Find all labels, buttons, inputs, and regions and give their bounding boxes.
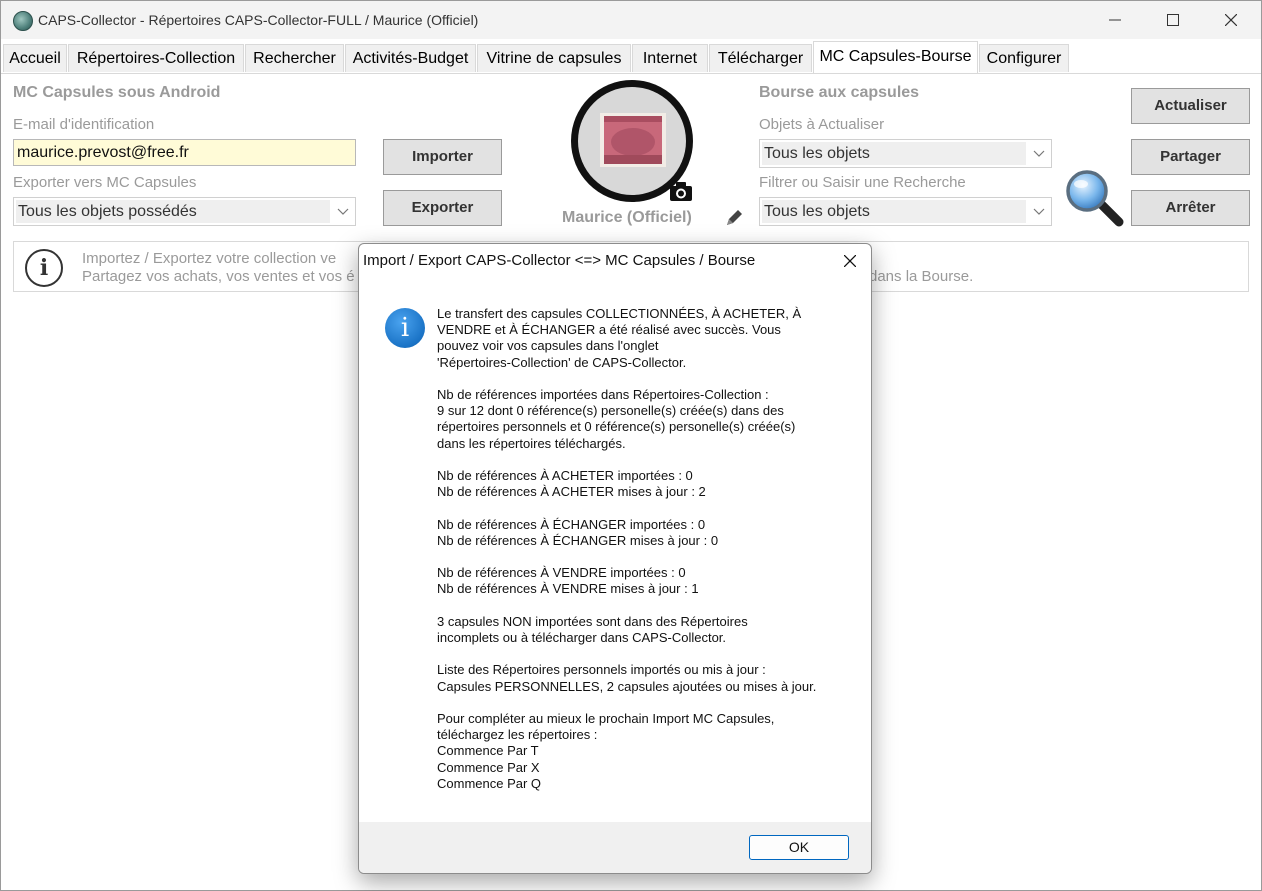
- dialog-paragraph: Liste des Répertoires personnels importé…: [437, 662, 817, 694]
- title-bar: CAPS-Collector - Répertoires CAPS-Collec…: [1, 1, 1261, 39]
- dialog-footer: OK: [359, 822, 871, 873]
- dialog-paragraph: Le transfert des capsules COLLECTIONNÉES…: [437, 306, 802, 370]
- user-name: Maurice (Officiel): [562, 209, 692, 226]
- chevron-down-icon: [1033, 208, 1045, 215]
- share-button[interactable]: Partager: [1131, 139, 1250, 175]
- dialog-paragraph: Nb de références importées dans Répertoi…: [437, 387, 796, 451]
- tab-configurer[interactable]: Configurer: [979, 44, 1069, 72]
- dialog-paragraph: Nb de références À ÉCHANGER importées : …: [437, 516, 719, 548]
- camera-icon[interactable]: [669, 180, 693, 202]
- filter-select[interactable]: Tous les objets: [759, 197, 1052, 226]
- info-text-line-2-tail: dans la Bourse.: [869, 268, 974, 285]
- close-button[interactable]: [1202, 1, 1260, 39]
- dialog-paragraph: Nb de références À VENDRE importées : 0 …: [437, 565, 699, 597]
- chevron-down-icon: [1033, 150, 1045, 157]
- dialog-message: Le transfert des capsules COLLECTIONNÉES…: [437, 306, 857, 792]
- dialog-paragraph: Pour compléter au mieux le prochain Impo…: [437, 710, 775, 791]
- magnifier-icon[interactable]: [1063, 169, 1125, 227]
- main-window: CAPS-Collector - Répertoires CAPS-Collec…: [0, 0, 1262, 891]
- info-icon: i: [25, 249, 63, 287]
- close-icon: [1225, 14, 1237, 26]
- export-select-value: Tous les objets possédés: [16, 200, 330, 223]
- filter-label: Filtrer ou Saisir une Recherche: [759, 174, 966, 191]
- tab-mc-capsules-bourse[interactable]: MC Capsules-Bourse: [813, 41, 978, 73]
- tab-accueil[interactable]: Accueil: [3, 44, 67, 72]
- dialog-close-icon: [844, 255, 856, 267]
- export-label: Exporter vers MC Capsules: [13, 174, 197, 191]
- tab-bar: Accueil Répertoires-Collection Recherche…: [1, 41, 1261, 74]
- bourse-heading: Bourse aux capsules: [759, 84, 920, 101]
- tab-repertoires-collection[interactable]: Répertoires-Collection: [68, 44, 244, 72]
- chevron-down-icon: [337, 208, 349, 215]
- window-title: CAPS-Collector - Répertoires CAPS-Collec…: [38, 12, 479, 28]
- dialog-title: Import / Export CAPS-Collector <=> MC Ca…: [363, 252, 756, 269]
- tab-rechercher[interactable]: Rechercher: [245, 44, 344, 72]
- filter-select-value: Tous les objets: [762, 200, 1026, 223]
- ok-button[interactable]: OK: [749, 835, 849, 860]
- app-icon: [13, 11, 33, 31]
- minimize-icon: [1109, 19, 1121, 21]
- objects-label: Objets à Actualiser: [759, 116, 885, 133]
- import-export-dialog: Import / Export CAPS-Collector <=> MC Ca…: [358, 243, 872, 874]
- email-field[interactable]: maurice.prevost@free.fr: [13, 139, 356, 166]
- dialog-paragraph: 3 capsules NON importées sont dans des R…: [437, 613, 748, 645]
- objects-select[interactable]: Tous les objets: [759, 139, 1052, 168]
- mc-capsules-heading: MC Capsules sous Android: [13, 84, 221, 101]
- maximize-icon: [1167, 14, 1179, 26]
- dialog-close-button[interactable]: [837, 250, 863, 272]
- export-button[interactable]: Exporter: [383, 190, 502, 226]
- pencil-icon[interactable]: [723, 207, 745, 229]
- objects-select-value: Tous les objets: [762, 142, 1026, 165]
- minimize-button[interactable]: [1086, 1, 1144, 39]
- info-text-line-2: Partagez vos achats, vos ventes et vos é: [82, 268, 355, 285]
- email-label: E-mail d'identification: [13, 116, 155, 133]
- tab-telecharger[interactable]: Télécharger: [709, 44, 812, 72]
- tab-internet[interactable]: Internet: [632, 44, 708, 72]
- import-button[interactable]: Importer: [383, 139, 502, 175]
- info-text-line-1: Importez / Exportez votre collection ve: [82, 250, 337, 267]
- tab-vitrine-de-capsules[interactable]: Vitrine de capsules: [477, 44, 631, 72]
- export-select[interactable]: Tous les objets possédés: [13, 197, 356, 226]
- dialog-info-icon: i: [385, 308, 425, 348]
- refresh-button[interactable]: Actualiser: [1131, 88, 1250, 124]
- dialog-paragraph: Nb de références À ACHETER importées : 0…: [437, 468, 706, 500]
- tab-activites-budget[interactable]: Activités-Budget: [345, 44, 476, 72]
- stop-button[interactable]: Arrêter: [1131, 190, 1250, 226]
- maximize-button[interactable]: [1144, 1, 1202, 39]
- avatar-stamp-image: [578, 87, 686, 195]
